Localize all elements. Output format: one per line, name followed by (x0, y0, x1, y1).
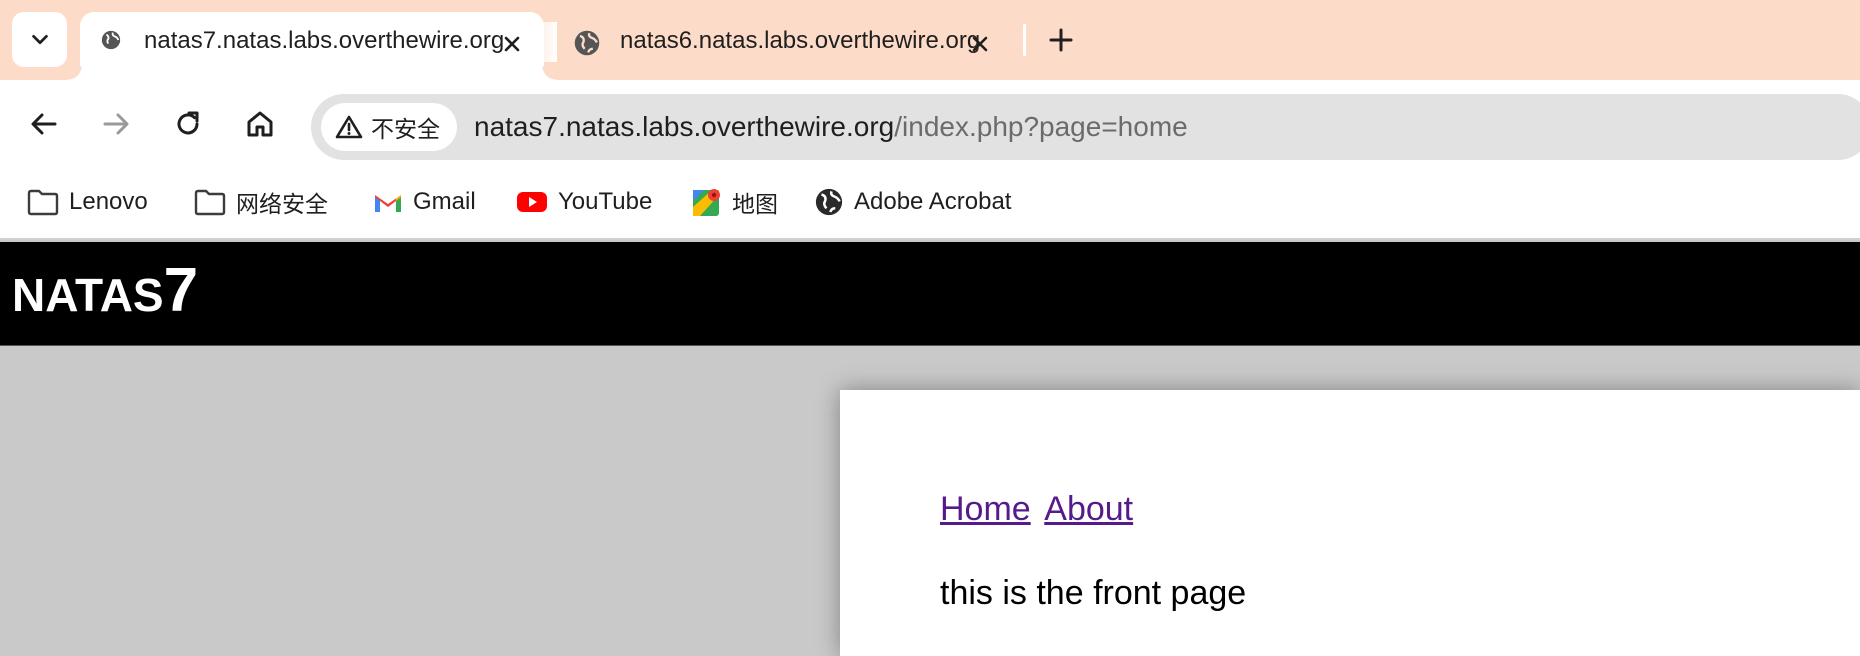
tab-natas6[interactable]: natas6.natas.labs.overthewire.org (555, 12, 1015, 80)
chevron-down-icon (31, 34, 48, 44)
reload-button[interactable] (166, 102, 210, 146)
youtube-icon (516, 190, 548, 214)
maps-icon (692, 187, 722, 217)
security-indicator[interactable]: 不安全 (321, 103, 457, 151)
globe-icon (814, 187, 844, 217)
bookmark-security-folder[interactable]: 网络安全 (194, 182, 328, 222)
page-title-number: 7 (163, 256, 199, 325)
address-bar[interactable]: 不安全 natas7.natas.labs.overthewire.org/in… (311, 94, 1860, 160)
close-icon[interactable] (500, 32, 524, 56)
browser-toolbar: 不安全 natas7.natas.labs.overthewire.org/in… (0, 80, 1860, 172)
bookmark-label: Lenovo (69, 188, 148, 215)
tab-strip: natas7.natas.labs.overthewire.org natas6… (0, 0, 1860, 80)
gmail-icon (373, 190, 403, 214)
bookmark-youtube[interactable]: YouTube (516, 182, 652, 222)
plus-icon (1049, 28, 1073, 52)
tab-search-button[interactable] (12, 12, 67, 67)
arrow-left-icon (31, 113, 57, 135)
url-host: natas7.natas.labs.overthewire.org (474, 111, 895, 142)
about-link[interactable]: About (1044, 490, 1133, 528)
new-tab-button[interactable] (1043, 22, 1079, 58)
page-body-text: this is the front page (940, 574, 1247, 612)
bookmark-label: Adobe Acrobat (854, 188, 1012, 215)
home-link[interactable]: Home (940, 490, 1031, 528)
url-text[interactable]: natas7.natas.labs.overthewire.org/index.… (474, 109, 1188, 145)
url-path: /index.php?page=home (894, 111, 1188, 142)
globe-icon (100, 29, 122, 51)
content-panel: Home About this is the front page (840, 390, 1860, 656)
bookmark-lenovo[interactable]: Lenovo (27, 182, 148, 222)
folder-icon (27, 188, 59, 216)
bookmark-adobe-acrobat[interactable]: Adobe Acrobat (814, 182, 1011, 222)
bookmark-maps[interactable]: 地图 (692, 182, 778, 222)
reload-icon (177, 111, 199, 135)
home-icon (247, 111, 273, 137)
warning-icon (335, 115, 363, 139)
globe-icon (573, 29, 601, 57)
arrow-right-icon (103, 113, 129, 135)
bookmark-label: Gmail (413, 188, 476, 215)
back-button[interactable] (22, 102, 66, 146)
page-title: NATAS7 (12, 260, 198, 322)
bookmarks-bar: Lenovo 网络安全 Gmail YouTube 地图 Adobe Acrob… (0, 172, 1860, 240)
tab-natas7[interactable]: natas7.natas.labs.overthewire.org (80, 12, 557, 80)
nav-links: Home About (940, 490, 1139, 529)
folder-icon (194, 188, 226, 216)
security-label: 不安全 (371, 117, 440, 143)
home-button[interactable] (238, 102, 282, 146)
page-title-word: NATAS (12, 269, 164, 321)
close-icon[interactable] (968, 32, 992, 56)
bookmark-gmail[interactable]: Gmail (373, 182, 476, 222)
bookmark-label: 地图 (732, 192, 778, 218)
site-header: NATAS7 (0, 242, 1860, 346)
bookmark-label: YouTube (558, 188, 653, 215)
bookmark-label: 网络安全 (236, 192, 328, 218)
forward-button[interactable] (94, 102, 138, 146)
tab-title: natas6.natas.labs.overthewire.org (620, 27, 981, 54)
tab-title: natas7.natas.labs.overthewire.org (144, 27, 505, 54)
